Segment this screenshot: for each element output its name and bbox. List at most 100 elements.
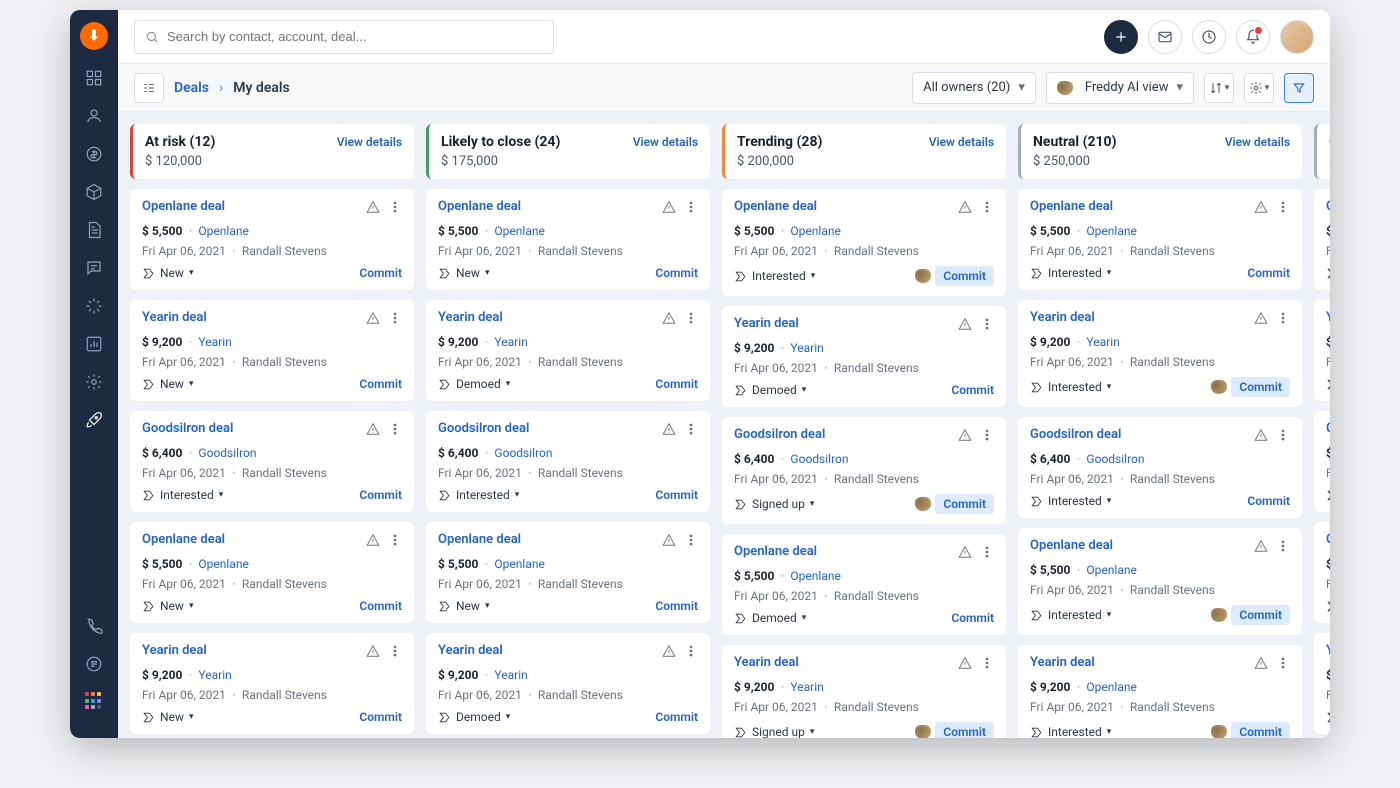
- deal-title[interactable]: Yearin dea: [1326, 643, 1330, 658]
- document-icon[interactable]: [84, 220, 104, 240]
- deal-title[interactable]: Yearin deal: [734, 316, 799, 331]
- stage-selector[interactable]: Intereste▾: [1326, 599, 1330, 613]
- contacts-icon[interactable]: [84, 106, 104, 126]
- box-icon[interactable]: [84, 182, 104, 202]
- company-link[interactable]: Openlane: [198, 224, 248, 238]
- deal-title[interactable]: Openlane deal: [438, 199, 521, 214]
- commit-link[interactable]: Commit: [359, 710, 402, 724]
- deal-title[interactable]: Openlane deal: [142, 532, 225, 547]
- view-details-link[interactable]: View details: [1225, 135, 1290, 149]
- add-button[interactable]: [1104, 20, 1138, 54]
- deal-title[interactable]: Goodsilron deal: [734, 427, 825, 442]
- more-icon[interactable]: [980, 316, 994, 335]
- money-icon[interactable]: [84, 144, 104, 164]
- company-link[interactable]: Openlane: [790, 569, 840, 583]
- phone-icon[interactable]: [84, 616, 104, 636]
- sparkle-icon[interactable]: [84, 296, 104, 316]
- search-box[interactable]: [134, 20, 554, 54]
- stage-selector[interactable]: New▾: [142, 266, 193, 280]
- deal-card[interactable]: Yearin deal$ 9,200•YearinFri Apr 06, 202…: [1018, 300, 1302, 407]
- company-link[interactable]: Yearin: [1086, 335, 1119, 349]
- company-link[interactable]: Yearin: [494, 668, 527, 682]
- deal-card[interactable]: Openlane deal$ 5,500•OpenlaneFri Apr 06,…: [1018, 528, 1302, 635]
- view-filter[interactable]: Freddy AI view ▾: [1046, 72, 1194, 104]
- filter-button[interactable]: [1284, 73, 1314, 103]
- deal-card[interactable]: Openlane deal$ 5,500•OpenlaneFri Apr 06,…: [130, 189, 414, 290]
- warning-icon[interactable]: [1254, 310, 1268, 329]
- more-icon[interactable]: [388, 532, 402, 551]
- warning-icon[interactable]: [366, 643, 380, 662]
- commit-link[interactable]: Commit: [1231, 722, 1290, 738]
- deal-title[interactable]: Yearin deal: [734, 655, 799, 670]
- apps-icon[interactable]: [85, 692, 103, 710]
- more-icon[interactable]: [388, 199, 402, 218]
- more-icon[interactable]: [1276, 310, 1290, 329]
- deal-card[interactable]: Openlane deal$ 5,500•OpenlaneFri Apr 06,…: [722, 189, 1006, 296]
- stage-selector[interactable]: Signed up▾: [734, 725, 814, 738]
- chat-icon[interactable]: [84, 258, 104, 278]
- rocket-icon[interactable]: [84, 410, 104, 430]
- stage-selector[interactable]: Interested▾: [1030, 608, 1111, 622]
- commit-link[interactable]: Commit: [359, 266, 402, 280]
- commit-link[interactable]: Commit: [655, 710, 698, 724]
- view-details-link[interactable]: View details: [633, 135, 698, 149]
- deal-card[interactable]: Goodsilron deal$ 6,400•GoodsilronFri Apr…: [130, 411, 414, 512]
- mail-button[interactable]: [1148, 20, 1182, 54]
- stage-selector[interactable]: Demoed▾: [734, 611, 806, 625]
- company-link[interactable]: Yearin: [494, 335, 527, 349]
- more-icon[interactable]: [388, 643, 402, 662]
- deal-title[interactable]: Openlane deal: [438, 532, 521, 547]
- dashboard-icon[interactable]: [84, 68, 104, 88]
- user-avatar[interactable]: [1280, 20, 1314, 54]
- warning-icon[interactable]: [366, 532, 380, 551]
- stage-selector[interactable]: New▾: [1326, 488, 1330, 502]
- company-link[interactable]: Yearin: [198, 335, 231, 349]
- deal-card[interactable]: Goodsilron$ 6,400Fri Apr 06,New▾Commit: [1314, 411, 1330, 512]
- more-icon[interactable]: [388, 421, 402, 440]
- deal-card[interactable]: Openlane deal$ 5,500•OpenlaneFri Apr 06,…: [426, 189, 710, 290]
- stage-selector[interactable]: Signed up▾: [734, 497, 814, 511]
- company-link[interactable]: Yearin: [198, 668, 231, 682]
- commit-link[interactable]: Commit: [1231, 605, 1290, 625]
- commit-link[interactable]: Commit: [655, 488, 698, 502]
- stage-selector[interactable]: Interested▾: [438, 488, 519, 502]
- stage-selector[interactable]: Demoed▾: [438, 377, 510, 391]
- deal-title[interactable]: Yearin deal: [438, 643, 503, 658]
- breadcrumb-root[interactable]: Deals: [174, 80, 209, 96]
- deal-title[interactable]: Openlane deal: [142, 199, 225, 214]
- commit-link[interactable]: Commit: [951, 383, 994, 397]
- deal-card[interactable]: Yearin deal$ 9,200•YearinFri Apr 06, 202…: [722, 306, 1006, 407]
- deal-card[interactable]: Yearin deal$ 9,200•YearinFri Apr 06, 202…: [426, 633, 710, 734]
- commit-link[interactable]: Commit: [655, 266, 698, 280]
- warning-icon[interactable]: [662, 199, 676, 218]
- commit-link[interactable]: Commit: [655, 377, 698, 391]
- stage-selector[interactable]: Demoe▾: [1326, 377, 1330, 391]
- deal-card[interactable]: Yearin deal$ 9,200•YearinFri Apr 06, 202…: [722, 645, 1006, 738]
- app-logo[interactable]: ⬇: [80, 22, 108, 50]
- warning-icon[interactable]: [366, 199, 380, 218]
- commit-link[interactable]: Commit: [935, 266, 994, 286]
- warning-icon[interactable]: [958, 544, 972, 563]
- deal-card[interactable]: Openlane deal$ 5,500•OpenlaneFri Apr 06,…: [722, 534, 1006, 635]
- settings-icon[interactable]: [84, 372, 104, 392]
- more-icon[interactable]: [684, 643, 698, 662]
- deal-title[interactable]: Goodsilron: [1326, 421, 1330, 436]
- company-link[interactable]: Goodsilron: [790, 452, 848, 466]
- reminder-button[interactable]: [1192, 20, 1226, 54]
- commit-link[interactable]: Commit: [655, 599, 698, 613]
- view-details-link[interactable]: View details: [929, 135, 994, 149]
- stage-selector[interactable]: Demoed▾: [734, 383, 806, 397]
- commit-link[interactable]: Commit: [935, 494, 994, 514]
- warning-icon[interactable]: [958, 199, 972, 218]
- deal-title[interactable]: Yearin dea: [1326, 310, 1330, 325]
- commit-link[interactable]: Commit: [359, 488, 402, 502]
- stage-selector[interactable]: Interested▾: [1030, 494, 1111, 508]
- more-icon[interactable]: [1276, 427, 1290, 446]
- deal-card[interactable]: Yearin deal$ 9,200•YearinFri Apr 06, 202…: [130, 300, 414, 401]
- stage-selector[interactable]: New▾: [1326, 710, 1330, 724]
- deal-title[interactable]: Yearin deal: [1030, 655, 1095, 670]
- stage-selector[interactable]: Interested▾: [142, 488, 223, 502]
- more-icon[interactable]: [684, 421, 698, 440]
- warning-icon[interactable]: [662, 643, 676, 662]
- warning-icon[interactable]: [662, 421, 676, 440]
